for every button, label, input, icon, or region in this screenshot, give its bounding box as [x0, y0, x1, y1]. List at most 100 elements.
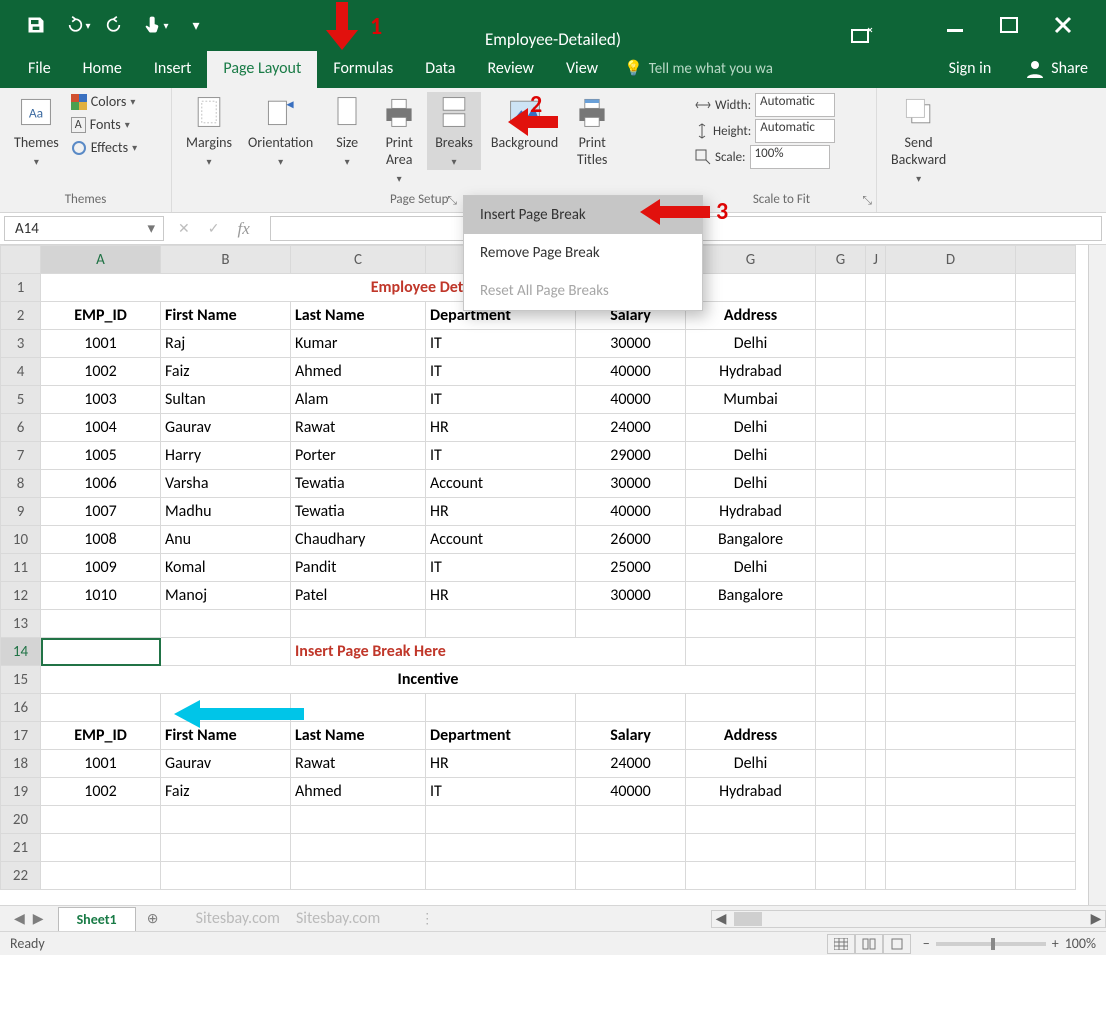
- table-cell[interactable]: 40000: [576, 358, 686, 386]
- row-header[interactable]: 21: [1, 834, 41, 862]
- row-header[interactable]: 12: [1, 582, 41, 610]
- row-header[interactable]: 22: [1, 862, 41, 890]
- table-cell[interactable]: IT: [426, 358, 576, 386]
- tab-insert[interactable]: Insert: [138, 51, 208, 88]
- row-header[interactable]: 19: [1, 778, 41, 806]
- col-header-blank[interactable]: [1016, 246, 1076, 274]
- size-button[interactable]: Size▾: [323, 92, 371, 170]
- row-header[interactable]: 9: [1, 498, 41, 526]
- table-cell[interactable]: Manoj: [161, 582, 291, 610]
- col-header-D[interactable]: D: [886, 246, 1016, 274]
- print-area-button[interactable]: Print Area▾: [375, 92, 423, 187]
- table-cell[interactable]: 1005: [41, 442, 161, 470]
- col-header-C[interactable]: C: [291, 246, 426, 274]
- table-cell[interactable]: Ahmed: [291, 358, 426, 386]
- orientation-button[interactable]: Orientation▾: [242, 92, 319, 170]
- col-header-A[interactable]: A: [41, 246, 161, 274]
- selected-cell-A14[interactable]: [41, 638, 161, 666]
- table-cell[interactable]: Faiz: [161, 778, 291, 806]
- width-combo[interactable]: Automatic: [755, 93, 835, 117]
- vertical-scrollbar[interactable]: [1088, 245, 1106, 905]
- table-cell[interactable]: Faiz: [161, 358, 291, 386]
- customize-qat-icon[interactable]: ▾: [178, 7, 214, 43]
- table-cell[interactable]: Delhi: [686, 442, 816, 470]
- redo-icon[interactable]: [98, 7, 134, 43]
- accept-formula-icon[interactable]: ✓: [208, 220, 220, 237]
- table-cell[interactable]: Gaurav: [161, 750, 291, 778]
- print-titles-button[interactable]: Print Titles: [568, 92, 616, 170]
- row-header[interactable]: 16: [1, 694, 41, 722]
- table-cell[interactable]: Madhu: [161, 498, 291, 526]
- table-cell[interactable]: Alam: [291, 386, 426, 414]
- table-cell[interactable]: 1002: [41, 358, 161, 386]
- tab-home[interactable]: Home: [67, 51, 138, 88]
- page-setup-launcher-icon[interactable]: ⤡: [447, 194, 457, 208]
- share-button[interactable]: Share: [1007, 50, 1106, 88]
- tell-me-search[interactable]: 💡 Tell me what you wa: [614, 59, 783, 88]
- table-cell[interactable]: Anu: [161, 526, 291, 554]
- cancel-formula-icon[interactable]: ✕: [178, 220, 190, 237]
- table-cell[interactable]: Varsha: [161, 470, 291, 498]
- table-cell[interactable]: HR: [426, 750, 576, 778]
- table-cell[interactable]: 1001: [41, 330, 161, 358]
- table-cell[interactable]: Chaudhary: [291, 526, 426, 554]
- table-cell[interactable]: 1007: [41, 498, 161, 526]
- table-cell[interactable]: 40000: [576, 778, 686, 806]
- table-cell[interactable]: 24000: [576, 750, 686, 778]
- close-button[interactable]: [1048, 10, 1078, 40]
- maximize-button[interactable]: [994, 10, 1024, 40]
- tab-formulas[interactable]: Formulas: [317, 51, 409, 88]
- table-cell[interactable]: Tewatia: [291, 470, 426, 498]
- table-header[interactable]: Last Name: [291, 302, 426, 330]
- spreadsheet-grid[interactable]: A B C E F G G J D 1Employee Details 2EMP…: [0, 245, 1076, 890]
- table-cell[interactable]: 1001: [41, 750, 161, 778]
- row-header[interactable]: 2: [1, 302, 41, 330]
- minimize-button[interactable]: [940, 10, 970, 40]
- sheet-nav-prev-icon[interactable]: ◀: [14, 910, 25, 927]
- height-combo[interactable]: Automatic: [755, 119, 835, 143]
- table-header[interactable]: Salary: [576, 722, 686, 750]
- table-cell[interactable]: Hydrabad: [686, 498, 816, 526]
- row-header[interactable]: 14: [1, 638, 41, 666]
- scroll-right-icon[interactable]: ▶: [1087, 910, 1105, 927]
- table-cell[interactable]: 30000: [576, 582, 686, 610]
- table-cell[interactable]: 29000: [576, 442, 686, 470]
- table-cell[interactable]: 1003: [41, 386, 161, 414]
- themes-button[interactable]: Aa Themes ▾: [8, 92, 65, 170]
- zoom-slider[interactable]: [936, 942, 1046, 946]
- table-cell[interactable]: 1008: [41, 526, 161, 554]
- tab-page-layout[interactable]: Page Layout: [207, 51, 317, 88]
- table-cell[interactable]: Hydrabad: [686, 358, 816, 386]
- new-sheet-button[interactable]: ⊕: [140, 908, 166, 930]
- table-header[interactable]: EMP_ID: [41, 302, 161, 330]
- table-cell[interactable]: Tewatia: [291, 498, 426, 526]
- table-cell[interactable]: Raj: [161, 330, 291, 358]
- table-cell[interactable]: 1009: [41, 554, 161, 582]
- table-cell[interactable]: 1006: [41, 470, 161, 498]
- table-cell[interactable]: Bangalore: [686, 526, 816, 554]
- row-header[interactable]: 7: [1, 442, 41, 470]
- touch-mode-icon[interactable]: ▾: [138, 7, 174, 43]
- table-cell[interactable]: 30000: [576, 330, 686, 358]
- table-cell[interactable]: Patel: [291, 582, 426, 610]
- table-cell[interactable]: Kumar: [291, 330, 426, 358]
- scroll-left-icon[interactable]: ◀: [712, 910, 730, 927]
- table-cell[interactable]: Mumbai: [686, 386, 816, 414]
- table-header[interactable]: EMP_ID: [41, 722, 161, 750]
- table-cell[interactable]: Gaurav: [161, 414, 291, 442]
- name-box[interactable]: A14 ▾: [4, 216, 164, 241]
- table-cell[interactable]: HR: [426, 582, 576, 610]
- table-cell[interactable]: Account: [426, 470, 576, 498]
- table-cell[interactable]: Rawat: [291, 750, 426, 778]
- breaks-button[interactable]: Breaks▾: [427, 92, 481, 170]
- tab-file[interactable]: File: [12, 51, 67, 88]
- page-layout-view-icon[interactable]: [855, 934, 883, 954]
- table-cell[interactable]: HR: [426, 498, 576, 526]
- tab-review[interactable]: Review: [471, 51, 550, 88]
- table-cell[interactable]: Harry: [161, 442, 291, 470]
- table-header[interactable]: Last Name: [291, 722, 426, 750]
- table-cell[interactable]: 30000: [576, 470, 686, 498]
- effects-button[interactable]: Effects ▾: [69, 138, 139, 157]
- table-cell[interactable]: 24000: [576, 414, 686, 442]
- row-header[interactable]: 5: [1, 386, 41, 414]
